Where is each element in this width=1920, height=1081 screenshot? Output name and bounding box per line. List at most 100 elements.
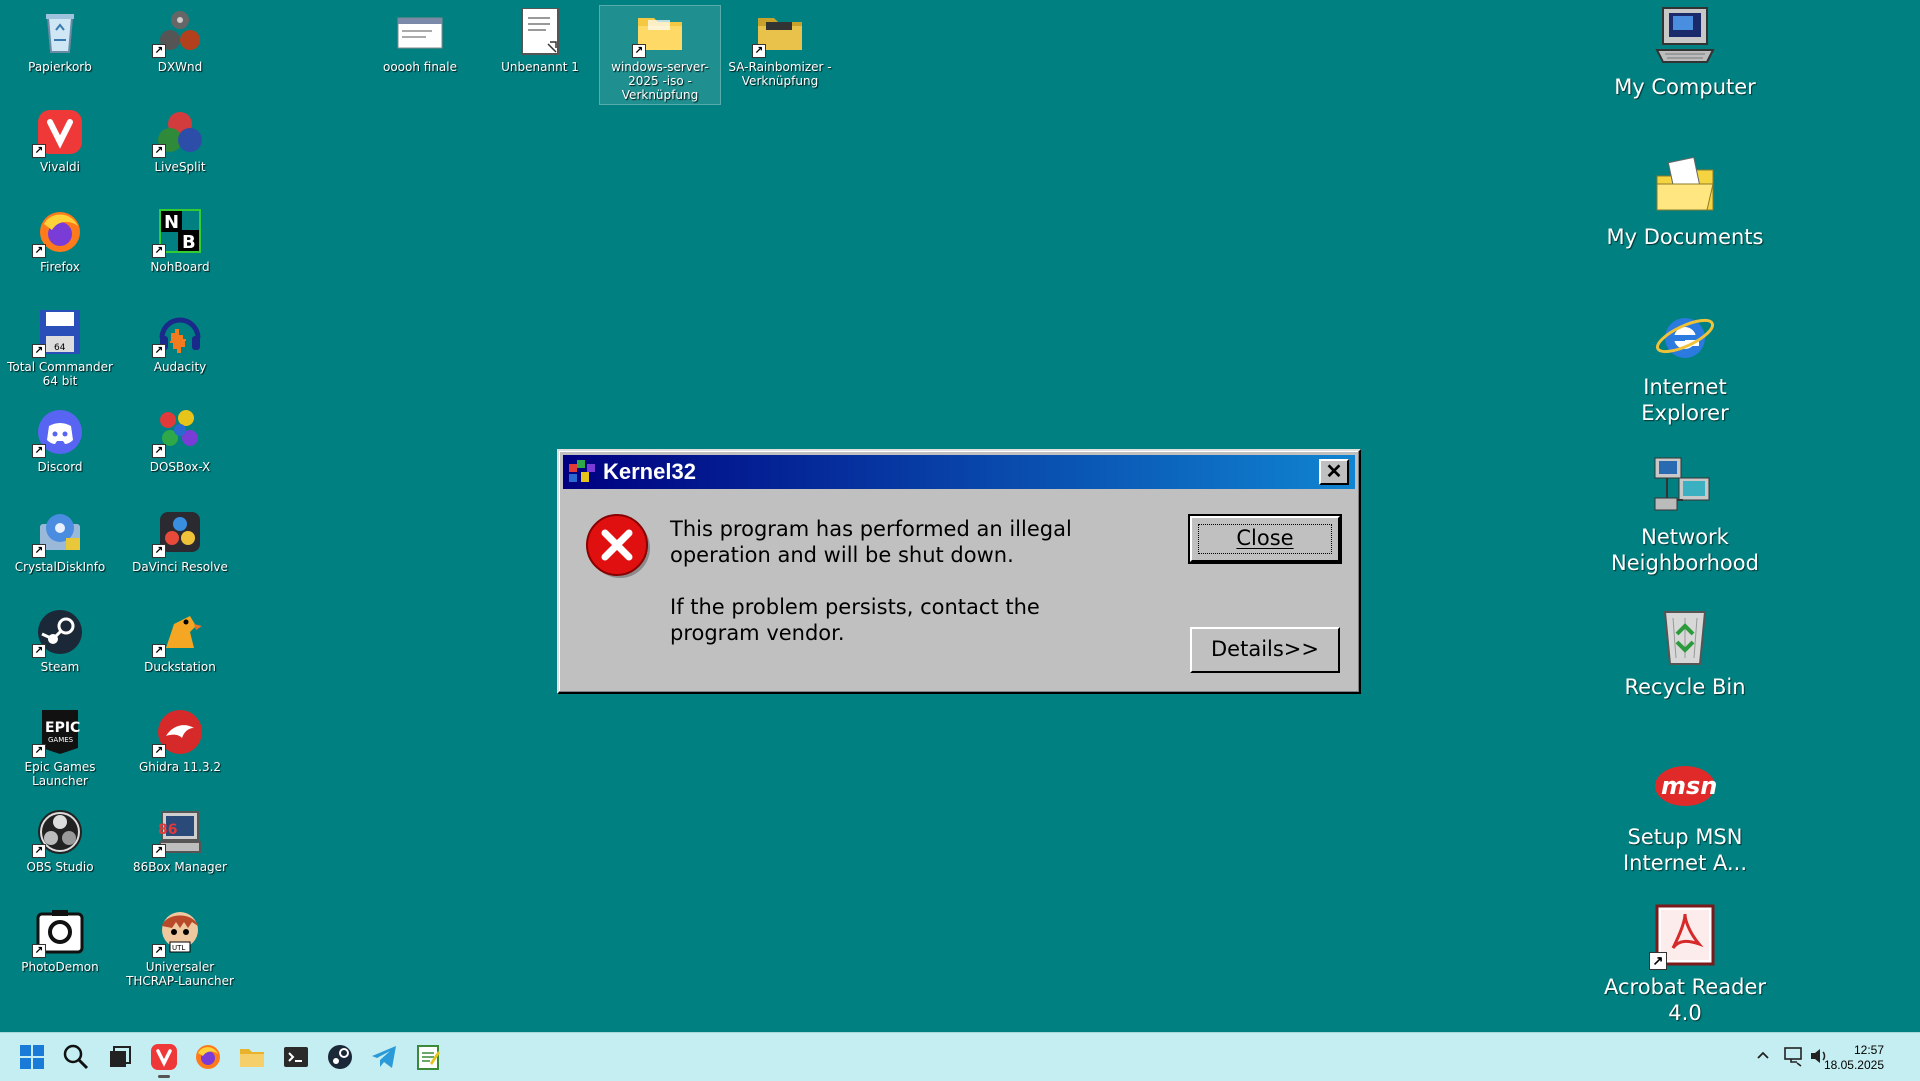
- desktop-icon-setup-msn[interactable]: msn Setup MSN Internet A...: [1600, 754, 1770, 876]
- close-button[interactable]: Close: [1188, 514, 1342, 564]
- taskbar: 12:57 18.05.2025: [0, 1032, 1920, 1081]
- error-message: This program has performed an illegal op…: [670, 517, 1072, 567]
- steam-icon: ↗: [32, 608, 84, 658]
- recycle-bin-icon: [36, 8, 84, 56]
- shortcut-arrow-icon: ↗: [32, 544, 46, 558]
- active-indicator: [158, 1075, 170, 1078]
- desktop-icon-label: Papierkorb: [28, 60, 92, 74]
- shortcut-arrow-icon: ↗: [1649, 952, 1667, 970]
- desktop-icon-86box[interactable]: 86 ↗ 86Box Manager: [120, 808, 240, 874]
- terminal-icon[interactable]: [282, 1043, 310, 1071]
- shortcut-arrow-icon: ↗: [32, 244, 46, 258]
- clock[interactable]: 12:57 18.05.2025: [1824, 1043, 1884, 1073]
- search-icon[interactable]: [62, 1043, 90, 1071]
- shortcut-arrow-icon: ↗: [152, 644, 166, 658]
- desktop-icon-vivaldi[interactable]: ↗ Vivaldi: [0, 108, 120, 174]
- svg-text:86: 86: [158, 822, 177, 838]
- duckstation-icon: ↗: [152, 608, 204, 658]
- chevron-up-icon[interactable]: [1753, 1045, 1773, 1065]
- desktop-icon-label: Total Commander 64 bit: [7, 360, 113, 388]
- desktop-icon-duckstation[interactable]: ↗ Duckstation: [120, 608, 240, 674]
- epic-games-icon: EPIC GAMES ↗: [32, 708, 84, 758]
- file-explorer-icon[interactable]: [238, 1043, 266, 1071]
- desktop-icon-crystaldiskinfo[interactable]: ↗ CrystalDiskInfo: [0, 508, 120, 574]
- desktop-icon-label: Unbenannt 1: [501, 60, 579, 74]
- svg-text:UTL: UTL: [172, 944, 185, 952]
- desktop-icon-papierkorb[interactable]: Papierkorb: [0, 8, 120, 74]
- shortcut-arrow-icon: ↗: [152, 244, 166, 258]
- desktop-icon-my-documents[interactable]: My Documents: [1600, 154, 1770, 250]
- telegram-icon[interactable]: [370, 1043, 398, 1071]
- crystaldiskinfo-icon: ↗: [32, 508, 84, 558]
- close-icon[interactable]: ✕: [1319, 459, 1349, 485]
- desktop-icon-label: Acrobat Reader 4.0: [1604, 975, 1766, 1025]
- desktop-icon-recycle-bin[interactable]: Recycle Bin: [1600, 604, 1770, 700]
- desktop-icon-total-commander[interactable]: 64 ↗ Total Commander 64 bit: [0, 308, 120, 388]
- desktop-icon-ooooh-finale[interactable]: ooooh finale: [360, 8, 480, 74]
- desktop-icon-thcrap[interactable]: UTL ↗ Universaler THCRAP-Launcher: [120, 908, 240, 988]
- shortcut-arrow-icon: ↗: [152, 144, 166, 158]
- network-icon[interactable]: [1783, 1045, 1805, 1067]
- start-icon[interactable]: [18, 1043, 46, 1071]
- document-icon: [516, 7, 564, 56]
- desktop-icon-label: My Documents: [1606, 225, 1764, 249]
- shortcut-arrow-icon: ↗: [152, 544, 166, 558]
- firefox-icon: ↗: [32, 208, 84, 258]
- shortcut-arrow-icon: ↗: [152, 744, 166, 758]
- desktop-icon-ghidra[interactable]: ↗ Ghidra 11.3.2: [120, 708, 240, 774]
- desktop-icon-photodemon[interactable]: ↗ PhotoDemon: [0, 908, 120, 974]
- shortcut-arrow-icon: ↗: [32, 444, 46, 458]
- desktop-icon-network-neighborhood[interactable]: Network Neighborhood: [1600, 454, 1770, 576]
- desktop-icon-discord[interactable]: ↗ Discord: [0, 408, 120, 474]
- dialog-titlebar[interactable]: Kernel32 ✕: [563, 455, 1355, 489]
- window-file-icon: [396, 8, 444, 56]
- desktop-icon-steam[interactable]: ↗ Steam: [0, 608, 120, 674]
- desktop-icon-windows-server-iso[interactable]: ↗ windows-server-2025 -iso - Verknüpfung: [599, 5, 721, 105]
- shortcut-arrow-icon: ↗: [752, 44, 766, 58]
- thcrap-icon: UTL ↗: [152, 908, 204, 958]
- vivaldi-icon: ↗: [32, 108, 84, 158]
- desktop-icon-dosbox[interactable]: ↗ DOSBox-X: [120, 408, 240, 474]
- shortcut-arrow-icon: ↗: [32, 944, 46, 958]
- desktop-icon-nohboard[interactable]: NB ↗ NohBoard: [120, 208, 240, 274]
- focus-rect: [1198, 524, 1332, 554]
- desktop-icon-label: Universaler THCRAP-Launcher: [126, 960, 234, 988]
- steam-icon[interactable]: [326, 1043, 354, 1071]
- desktop-icon-label: Steam: [40, 660, 80, 674]
- desktop-icon-my-computer[interactable]: My Computer: [1600, 4, 1770, 100]
- desktop-icon-livesplit[interactable]: ↗ LiveSplit: [120, 108, 240, 174]
- shortcut-arrow-icon: ↗: [632, 44, 646, 58]
- shortcut-arrow-icon: ↗: [152, 444, 166, 458]
- desktop-icon-internet-explorer[interactable]: Internet Explorer: [1600, 304, 1770, 426]
- network-neighborhood-icon: [1653, 454, 1717, 518]
- notepad-icon[interactable]: [414, 1043, 442, 1071]
- details-button[interactable]: Details>>: [1190, 627, 1340, 673]
- desktop-icon-unbenannt[interactable]: Unbenannt 1: [480, 7, 600, 74]
- desktop-icon-audacity[interactable]: ↗ Audacity: [120, 308, 240, 374]
- vivaldi-icon[interactable]: [150, 1043, 178, 1071]
- task-view-icon[interactable]: [106, 1043, 134, 1071]
- livesplit-icon: ↗: [152, 108, 204, 158]
- audacity-icon: ↗: [152, 308, 204, 358]
- desktop-icon-label: LiveSplit: [154, 160, 206, 174]
- desktop-icon-label: DXWnd: [157, 60, 203, 74]
- error-hint: If the problem persists, contact the pro…: [670, 595, 1040, 645]
- desktop-icon-acrobat-reader[interactable]: ↗ Acrobat Reader 4.0: [1600, 904, 1770, 1026]
- discord-icon: ↗: [32, 408, 84, 458]
- firefox-icon[interactable]: [194, 1043, 222, 1071]
- total-commander-icon: 64 ↗: [32, 308, 84, 358]
- desktop-icon-label: ooooh finale: [382, 60, 458, 74]
- svg-text:B: B: [182, 232, 196, 253]
- desktop-icon-obs[interactable]: ↗ OBS Studio: [0, 808, 120, 874]
- clock-date: 18.05.2025: [1823, 1058, 1884, 1072]
- svg-text:msn: msn: [1661, 772, 1717, 800]
- shortcut-arrow-icon: ↗: [32, 844, 46, 858]
- desktop-icon-sa-rainbomizer[interactable]: ↗ SA-Rainbomizer - Verknüpfung: [720, 8, 840, 88]
- desktop-icon-dxwnd[interactable]: ↗ DXWnd: [120, 8, 240, 74]
- desktop-icon-firefox[interactable]: ↗ Firefox: [0, 208, 120, 274]
- desktop-icon-davinci[interactable]: ↗ DaVinci Resolve: [120, 508, 240, 574]
- desktop-icon-label: Recycle Bin: [1624, 675, 1746, 699]
- obs-icon: ↗: [32, 808, 84, 858]
- app-icon: [569, 460, 595, 484]
- desktop-icon-epic-games[interactable]: EPIC GAMES ↗ Epic Games Launcher: [0, 708, 120, 788]
